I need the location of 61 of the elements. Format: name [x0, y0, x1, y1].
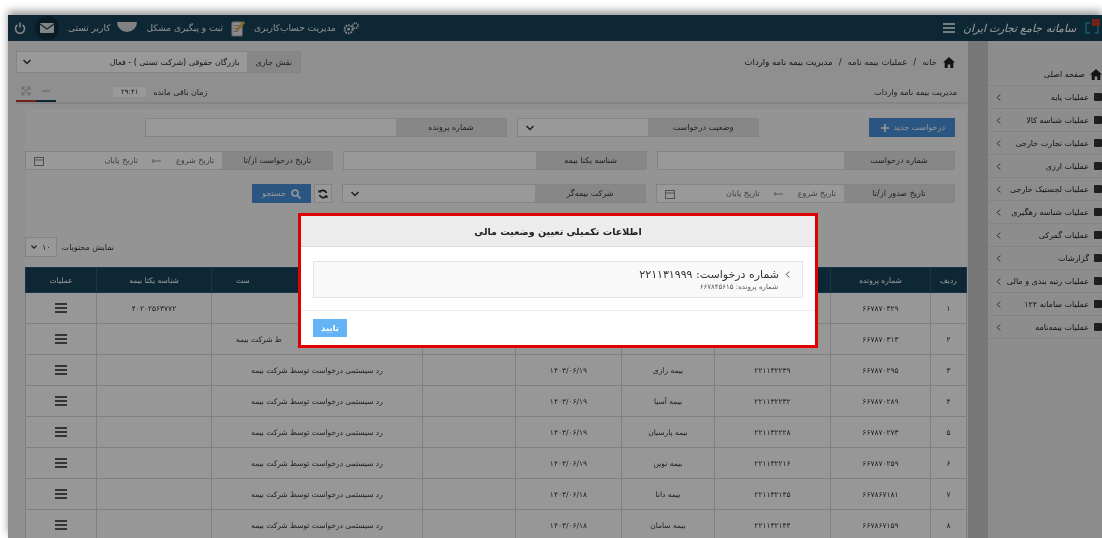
- breadcrumb-link[interactable]: عملیات بیمه نامه: [847, 57, 908, 67]
- square-icon: [1094, 139, 1102, 147]
- power-icon[interactable]: [14, 22, 26, 34]
- chevron-icon: [996, 139, 1001, 147]
- chevron-icon: [996, 323, 1001, 331]
- breadcrumb-separator: /: [913, 57, 917, 67]
- chevron-icon: [996, 93, 1001, 101]
- chevron-icon: [996, 116, 1001, 124]
- refresh-button[interactable]: [313, 184, 332, 203]
- role-select[interactable]: نقش جاری بازرگان حقوقی (شرکت تستی ) - فعال: [16, 51, 301, 73]
- dialog-title: اطلاعات تکمیلی تعیین وضعیت مالی: [301, 216, 815, 247]
- toolbar-link[interactable]: ثبت و پیگیری مشکل: [146, 23, 223, 33]
- chevron-icon: [996, 254, 1001, 262]
- page-length-label: نمایش محتویات: [61, 242, 115, 252]
- page-length-select[interactable]: ۱۰: [25, 237, 57, 257]
- row-menu-icon[interactable]: [55, 520, 67, 530]
- request-number: شماره درخواست: ۲۲۱۱۳۱۹۹۹: [639, 268, 779, 281]
- avatar-icon[interactable]: [117, 22, 138, 34]
- notepad-icon[interactable]: [230, 19, 245, 37]
- plus-icon: [880, 123, 889, 132]
- home-icon: [943, 56, 955, 68]
- page-title: مدیریت بیمه نامه واردات: [874, 87, 957, 97]
- square-icon: [1094, 254, 1102, 262]
- home-icon: [1090, 68, 1102, 80]
- expand-chevron-icon[interactable]: [785, 271, 790, 278]
- square-icon: [1094, 300, 1102, 308]
- search-icon: [290, 188, 301, 199]
- chevron-icon: [996, 185, 1001, 193]
- square-icon: [1094, 162, 1102, 170]
- row-menu-icon[interactable]: [55, 303, 67, 313]
- chevron-icon: [996, 162, 1001, 170]
- chevron-down-icon: [31, 244, 37, 250]
- app-logo-text[interactable]: سامانه جامع تجارت ایران: [962, 21, 1076, 35]
- row-menu-icon[interactable]: [55, 458, 67, 468]
- session-label: زمان باقی مانده: [153, 87, 208, 97]
- square-icon: [1094, 116, 1102, 124]
- menu-icon[interactable]: [942, 23, 955, 33]
- square-icon: [1094, 208, 1102, 216]
- toolbar-link[interactable]: مدیریت حساب‌کاربری: [254, 23, 336, 33]
- chevron-icon: [996, 231, 1001, 239]
- chevron-icon: [996, 277, 1001, 285]
- square-icon: [1094, 323, 1102, 331]
- row-menu-icon[interactable]: [55, 396, 67, 406]
- chevron-icon: [996, 300, 1001, 308]
- row-menu-icon[interactable]: [55, 489, 67, 499]
- gear-icon[interactable]: [342, 21, 359, 35]
- chevron-icon: [996, 208, 1001, 216]
- refresh-icon: [317, 188, 328, 199]
- row-menu-icon[interactable]: [55, 365, 67, 375]
- user-name-link[interactable]: کاربر تستی: [68, 23, 111, 33]
- row-menu-icon[interactable]: [55, 334, 67, 344]
- breadcrumb-link[interactable]: مدیریت بیمه نامه واردات: [744, 57, 833, 67]
- chevron-down-icon: [23, 59, 31, 65]
- row-menu-icon[interactable]: [55, 427, 67, 437]
- mail-icon[interactable]: [40, 23, 54, 33]
- breadcrumb-separator: /: [838, 57, 842, 67]
- square-icon: [1094, 277, 1102, 285]
- square-icon: [1094, 185, 1102, 193]
- square-icon: [1094, 231, 1102, 239]
- breadcrumb-link[interactable]: خانه: [922, 57, 937, 67]
- square-icon: [1094, 93, 1102, 101]
